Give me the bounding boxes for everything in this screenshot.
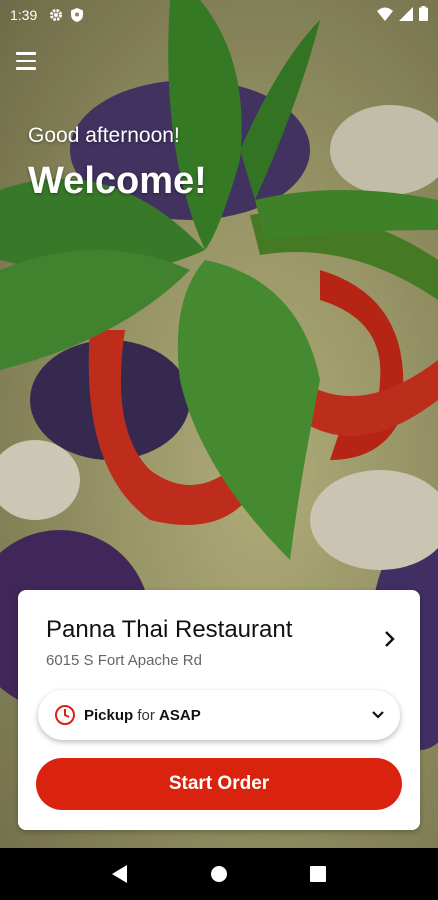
home-icon[interactable] — [199, 854, 239, 894]
order-mode: Pickup — [84, 706, 134, 724]
restaurant-selector[interactable]: Panna Thai Restaurant 6015 S Fort Apache… — [18, 590, 420, 678]
wifi-icon — [377, 7, 393, 24]
back-icon[interactable] — [100, 854, 140, 894]
status-time: 1:39 — [10, 7, 38, 23]
pickup-time-selector[interactable]: Pickup for ASAP — [38, 690, 400, 740]
order-mode-connector: for — [137, 706, 155, 724]
recents-icon[interactable] — [298, 854, 338, 894]
chevron-down-icon — [372, 706, 384, 724]
welcome-title: Welcome! — [28, 160, 207, 202]
hamburger-menu-icon[interactable] — [16, 52, 38, 70]
order-time: ASAP — [159, 706, 201, 724]
pickup-label: Pickup for ASAP — [84, 707, 201, 724]
shield-icon — [71, 8, 84, 22]
chevron-right-icon — [384, 630, 396, 653]
clock-icon — [54, 704, 76, 726]
signal-icon — [399, 6, 413, 24]
system-navigation-bar — [0, 848, 438, 900]
order-card: Panna Thai Restaurant 6015 S Fort Apache… — [18, 590, 420, 830]
greeting-text: Good afternoon! — [28, 124, 180, 147]
start-order-button[interactable]: Start Order — [36, 758, 402, 810]
restaurant-name: Panna Thai Restaurant — [46, 616, 293, 643]
status-bar: 1:39 — [0, 0, 438, 30]
restaurant-address: 6015 S Fort Apache Rd — [46, 652, 202, 669]
settings-icon — [49, 8, 63, 22]
battery-icon — [419, 6, 428, 24]
